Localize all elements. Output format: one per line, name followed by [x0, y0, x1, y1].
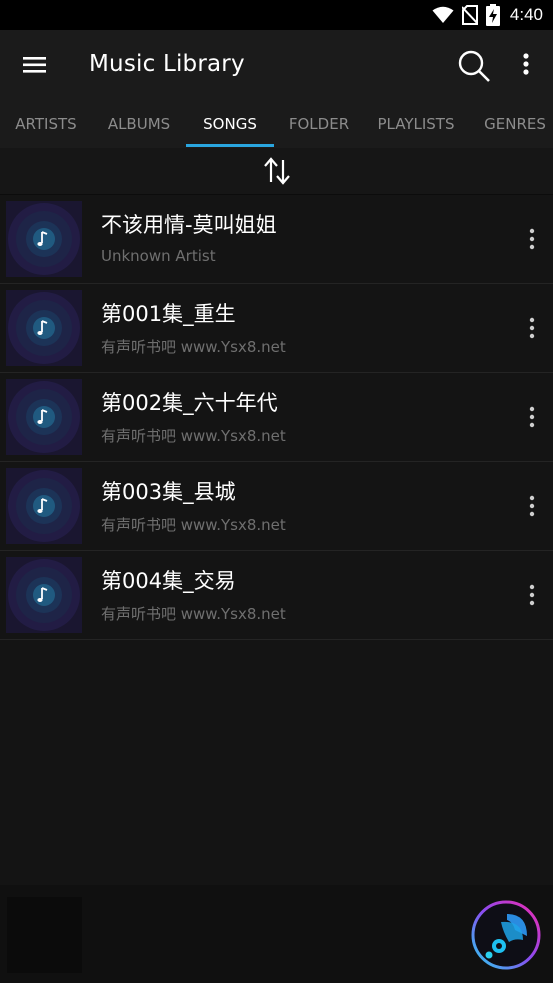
song-list: 不该用情-莫叫姐姐 Unknown Artist 第001集_重生 有声听书吧 …	[0, 195, 553, 640]
tab-songs[interactable]: SONGS	[186, 100, 274, 148]
album-art	[6, 290, 82, 366]
search-button[interactable]	[456, 48, 492, 84]
library-tabs: ARTISTS ALBUMS SONGS FOLDER PLAYLISTS GE…	[0, 100, 553, 148]
song-title: 第002集_六十年代	[101, 391, 278, 415]
more-vert-icon	[529, 228, 535, 250]
song-title: 第003集_县城	[101, 480, 236, 504]
player-fab-button[interactable]	[471, 900, 541, 970]
more-vert-icon	[529, 584, 535, 606]
wifi-icon	[432, 6, 454, 23]
more-vert-icon	[529, 406, 535, 428]
song-title: 不该用情-莫叫姐姐	[101, 213, 277, 237]
overflow-menu-button[interactable]	[514, 50, 538, 80]
more-vert-icon	[523, 53, 529, 75]
song-options-button[interactable]	[522, 403, 542, 431]
battery-charging-icon	[485, 4, 500, 26]
music-note-icon	[6, 201, 82, 277]
song-list-item[interactable]: 第004集_交易 有声听书吧 www.Ysx8.net	[0, 551, 553, 640]
tab-genres[interactable]: GENRES	[474, 100, 553, 148]
album-art	[6, 468, 82, 544]
tab-playlists[interactable]: PLAYLISTS	[364, 100, 468, 148]
sort-bar	[0, 148, 553, 195]
song-artist: Unknown Artist	[101, 247, 216, 265]
song-options-button[interactable]	[522, 492, 542, 520]
music-note-icon	[6, 379, 82, 455]
song-list-item[interactable]: 第003集_县城 有声听书吧 www.Ysx8.net	[0, 462, 553, 551]
song-artist: 有声听书吧 www.Ysx8.net	[101, 427, 286, 445]
song-artist: 有声听书吧 www.Ysx8.net	[101, 338, 286, 356]
tab-folder[interactable]: FOLDER	[274, 100, 364, 148]
tab-artists[interactable]: ARTISTS	[0, 100, 92, 148]
status-time: 4:40	[509, 5, 543, 24]
song-options-button[interactable]	[522, 314, 542, 342]
song-options-button[interactable]	[522, 581, 542, 609]
song-artist: 有声听书吧 www.Ysx8.net	[101, 516, 286, 534]
music-note-icon	[6, 468, 82, 544]
more-vert-icon	[529, 317, 535, 339]
album-art	[6, 379, 82, 455]
no-sim-icon	[461, 5, 478, 25]
song-artist: 有声听书吧 www.Ysx8.net	[101, 605, 286, 623]
music-note-icon	[6, 290, 82, 366]
page-title: Music Library	[89, 51, 245, 77]
menu-button[interactable]	[18, 50, 52, 80]
hamburger-menu-icon	[23, 57, 46, 73]
song-options-button[interactable]	[522, 225, 542, 253]
music-note-icon	[6, 557, 82, 633]
song-list-item[interactable]: 不该用情-莫叫姐姐 Unknown Artist	[0, 195, 553, 284]
active-tab-indicator	[186, 144, 274, 147]
sort-arrows-icon	[264, 157, 290, 185]
tab-albums[interactable]: ALBUMS	[92, 100, 186, 148]
speaker-logo-icon	[471, 900, 541, 970]
song-list-item[interactable]: 第001集_重生 有声听书吧 www.Ysx8.net	[0, 284, 553, 373]
sort-button[interactable]	[260, 154, 294, 188]
search-icon	[458, 50, 490, 82]
status-icons: 4:40	[432, 0, 543, 30]
status-bar: 4:40	[0, 0, 553, 30]
app-bar: Music Library	[0, 30, 553, 100]
more-vert-icon	[529, 495, 535, 517]
song-title: 第001集_重生	[101, 302, 236, 326]
album-art	[6, 201, 82, 277]
song-list-item[interactable]: 第002集_六十年代 有声听书吧 www.Ysx8.net	[0, 373, 553, 462]
album-art	[6, 557, 82, 633]
song-title: 第004集_交易	[101, 569, 236, 593]
now-playing-art[interactable]	[7, 897, 82, 973]
